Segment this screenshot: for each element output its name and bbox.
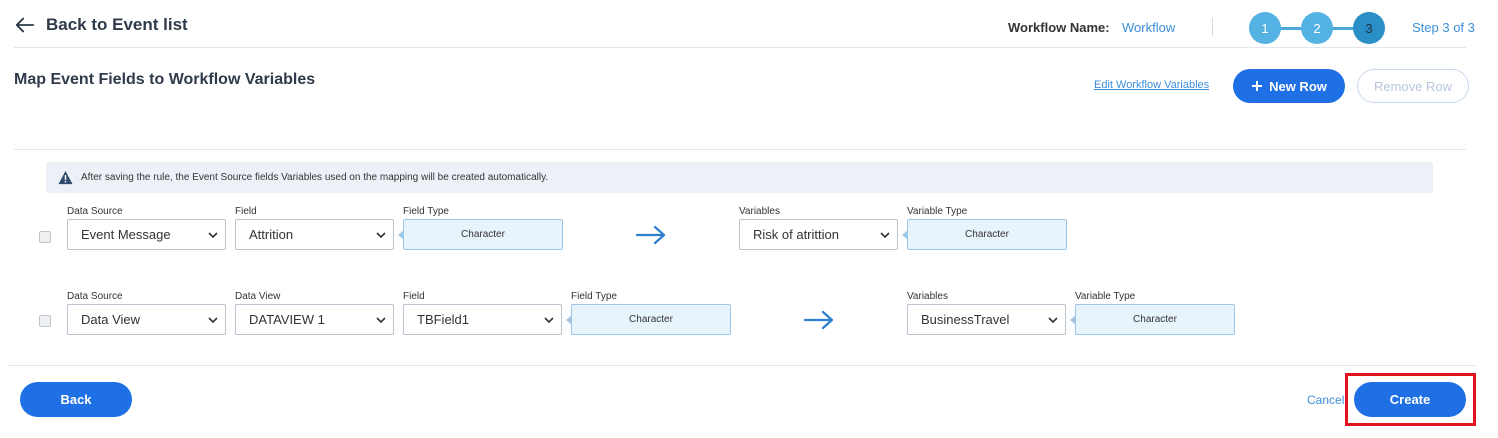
cancel-link[interactable]: Cancel bbox=[1307, 393, 1344, 407]
variables-value: BusinessTravel bbox=[921, 312, 1010, 327]
chevron-down-icon bbox=[1048, 316, 1058, 323]
data-view-select[interactable]: DATAVIEW 1 bbox=[235, 304, 394, 335]
step-1: 1 bbox=[1249, 12, 1281, 44]
step-2: 2 bbox=[1301, 12, 1333, 44]
variable-type-label: Variable Type bbox=[1075, 291, 1136, 302]
arrow-right-icon bbox=[803, 310, 834, 335]
field-type-label: Field Type bbox=[403, 206, 449, 217]
back-to-event-list-label: Back to Event list bbox=[46, 15, 188, 34]
warning-icon bbox=[58, 170, 73, 185]
field-label: Field bbox=[403, 291, 425, 302]
back-to-event-list-link[interactable]: Back to Event list bbox=[14, 14, 188, 36]
row-2-checkbox[interactable] bbox=[39, 315, 51, 327]
edit-workflow-variables-link[interactable]: Edit Workflow Variables bbox=[1094, 79, 1209, 91]
header-divider bbox=[1212, 18, 1213, 36]
chevron-down-icon bbox=[208, 316, 218, 323]
variable-type-label: Variable Type bbox=[907, 206, 968, 217]
data-source-label: Data Source bbox=[67, 291, 123, 302]
field-value: TBField1 bbox=[417, 312, 470, 327]
info-banner: After saving the rule, the Event Source … bbox=[46, 162, 1433, 193]
field-type-value: Character bbox=[566, 304, 731, 335]
chevron-down-icon bbox=[208, 231, 218, 238]
workflow-name-label: Workflow Name: bbox=[1008, 20, 1110, 35]
plus-icon bbox=[1252, 81, 1263, 91]
section-divider bbox=[14, 149, 1466, 150]
data-source-select[interactable]: Event Message bbox=[67, 219, 226, 250]
back-button[interactable]: Back bbox=[20, 382, 132, 417]
chevron-down-icon bbox=[544, 316, 554, 323]
field-value: Attrition bbox=[249, 227, 294, 242]
workflow-name-value: Workflow bbox=[1122, 20, 1176, 35]
data-view-value: DATAVIEW 1 bbox=[249, 312, 325, 327]
page-title: Map Event Fields to Workflow Variables bbox=[14, 71, 316, 88]
remove-row-button[interactable]: Remove Row bbox=[1357, 69, 1469, 103]
data-source-value: Event Message bbox=[81, 227, 171, 242]
step-3: 3 bbox=[1353, 12, 1385, 44]
footer-divider bbox=[8, 365, 1476, 366]
arrow-right-icon bbox=[635, 225, 666, 250]
field-select[interactable]: TBField1 bbox=[403, 304, 562, 335]
new-row-label: New Row bbox=[1269, 78, 1327, 94]
variable-type-value: Character bbox=[1070, 304, 1235, 335]
field-label: Field bbox=[235, 206, 257, 217]
row-1-checkbox[interactable] bbox=[39, 231, 51, 243]
data-source-select[interactable]: Data View bbox=[67, 304, 226, 335]
chevron-down-icon bbox=[880, 231, 890, 238]
data-view-label: Data View bbox=[235, 291, 281, 302]
variables-label: Variables bbox=[739, 206, 780, 217]
step-indicator-text: Step 3 of 3 bbox=[1412, 20, 1475, 35]
field-type-value: Character bbox=[398, 219, 563, 250]
header-divider-line bbox=[14, 47, 1466, 48]
field-type-label: Field Type bbox=[571, 291, 617, 302]
chevron-down-icon bbox=[376, 316, 386, 323]
variable-type-value: Character bbox=[902, 219, 1067, 250]
field-select[interactable]: Attrition bbox=[235, 219, 394, 250]
data-source-label: Data Source bbox=[67, 206, 123, 217]
chevron-down-icon bbox=[376, 231, 386, 238]
new-row-button[interactable]: New Row bbox=[1233, 69, 1345, 103]
create-button[interactable]: Create bbox=[1354, 382, 1466, 417]
variables-select[interactable]: BusinessTravel bbox=[907, 304, 1066, 335]
data-source-value: Data View bbox=[81, 312, 141, 327]
variables-select[interactable]: Risk of atrittion bbox=[739, 219, 898, 250]
variables-value: Risk of atrittion bbox=[753, 227, 839, 242]
info-message: After saving the rule, the Event Source … bbox=[81, 172, 549, 183]
variables-label: Variables bbox=[907, 291, 948, 302]
arrow-left-icon bbox=[15, 17, 35, 33]
